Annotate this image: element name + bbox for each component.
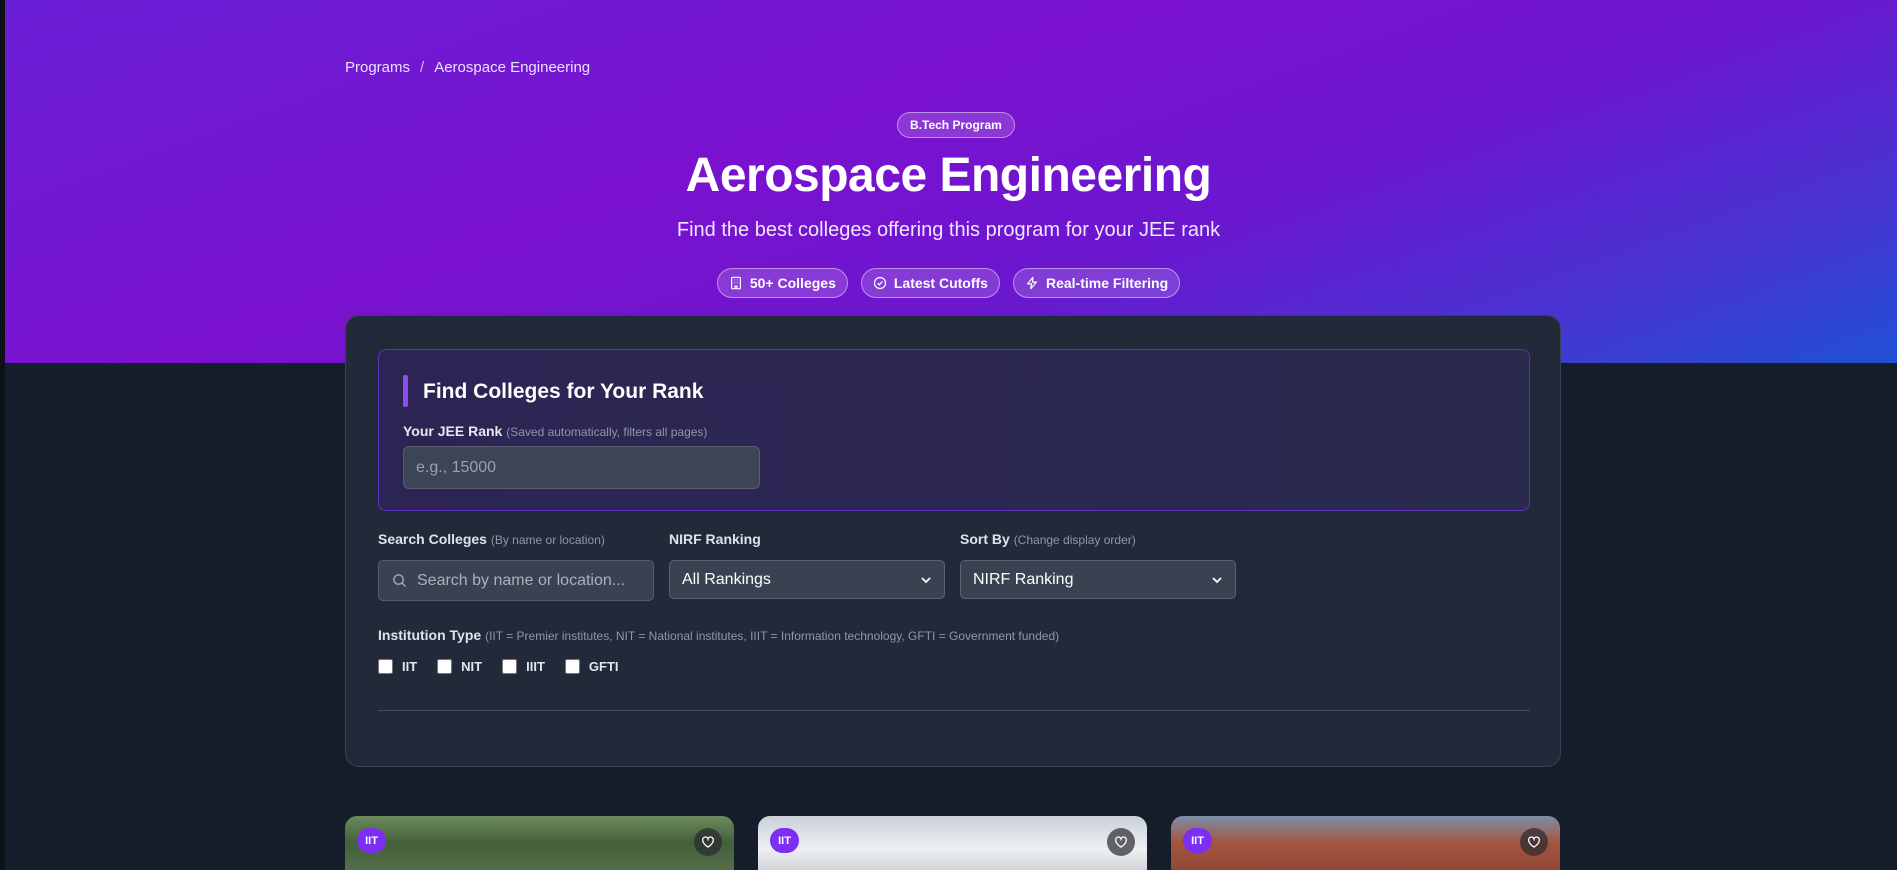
breadcrumb-programs-link[interactable]: Programs bbox=[345, 59, 410, 76]
institution-type-options: IIT NIT IIIT GFTI bbox=[378, 659, 619, 674]
nirf-ranking-selected: All Rankings bbox=[682, 570, 771, 588]
favorite-button[interactable] bbox=[694, 828, 722, 856]
feature-chip-cutoffs: Latest Cutoffs bbox=[860, 268, 1000, 298]
checkbox-box[interactable] bbox=[564, 659, 580, 674]
breadcrumb: Programs / Aerospace Engineering bbox=[345, 59, 590, 76]
feature-chip-label: Real-time Filtering bbox=[1045, 275, 1169, 291]
checkbox-iit[interactable]: IIT bbox=[378, 659, 417, 674]
sort-by-label: Sort By (Change display order) bbox=[960, 531, 1136, 547]
institution-type-badge: IIT bbox=[770, 828, 799, 853]
sort-by-label-text: Sort By bbox=[960, 531, 1010, 547]
program-badge: B.Tech Program bbox=[897, 112, 1015, 138]
jee-rank-label-text: Your JEE Rank bbox=[403, 423, 503, 439]
rank-title-accent bbox=[403, 375, 408, 407]
lightning-icon bbox=[1026, 276, 1037, 290]
checkbox-box[interactable] bbox=[437, 659, 453, 674]
favorite-button[interactable] bbox=[1520, 828, 1548, 856]
search-colleges-label-text: Search Colleges bbox=[378, 531, 487, 547]
feature-chip-filtering: Real-time Filtering bbox=[1012, 268, 1181, 298]
nirf-ranking-select[interactable]: All Rankings bbox=[669, 560, 945, 599]
search-field[interactable] bbox=[378, 560, 654, 601]
checkbox-label: GFTI bbox=[588, 659, 619, 674]
sort-by-hint: (Change display order) bbox=[1013, 533, 1136, 547]
breadcrumb-separator: / bbox=[420, 59, 425, 76]
institution-type-hint: (IIT = Premier institutes, NIT = Nationa… bbox=[485, 629, 1060, 643]
college-image bbox=[1171, 816, 1560, 870]
breadcrumb-current: Aerospace Engineering bbox=[434, 59, 591, 76]
institution-type-badge: IIT bbox=[1183, 828, 1212, 853]
search-icon bbox=[393, 574, 407, 588]
college-card[interactable]: IIT bbox=[758, 816, 1147, 870]
rank-finder-box: Find Colleges for Your Rank Your JEE Ran… bbox=[378, 349, 1530, 511]
college-image bbox=[345, 816, 734, 870]
institution-type-badge: IIT bbox=[357, 828, 386, 853]
search-input[interactable] bbox=[417, 561, 649, 600]
feature-chips: 50+ Colleges Latest Cutoffs Real-time Fi… bbox=[0, 268, 1897, 298]
heart-icon bbox=[1115, 836, 1127, 848]
checkbox-box[interactable] bbox=[502, 659, 518, 674]
checkbox-iiit[interactable]: IIIT bbox=[502, 659, 545, 674]
jee-rank-label: Your JEE Rank (Saved automatically, filt… bbox=[403, 423, 707, 439]
college-image bbox=[758, 816, 1147, 870]
search-colleges-label: Search Colleges (By name or location) bbox=[378, 531, 605, 547]
feature-chip-colleges: 50+ Colleges bbox=[716, 268, 848, 298]
building-icon bbox=[730, 276, 741, 290]
search-colleges-hint: (By name or location) bbox=[490, 533, 605, 547]
page-title: Aerospace Engineering bbox=[685, 149, 1212, 202]
college-card[interactable]: IIT bbox=[1171, 816, 1560, 870]
check-circle-icon bbox=[873, 276, 886, 290]
institution-type-label-text: Institution Type bbox=[378, 627, 482, 643]
window-left-edge bbox=[0, 0, 5, 870]
chevron-down-icon bbox=[1212, 576, 1222, 583]
chevron-down-icon bbox=[921, 576, 931, 583]
checkbox-label: IIIT bbox=[526, 659, 545, 674]
panel-divider bbox=[378, 710, 1530, 711]
checkbox-box[interactable] bbox=[378, 659, 393, 674]
checkbox-label: IIT bbox=[402, 659, 418, 674]
filter-panel: Find Colleges for Your Rank Your JEE Ran… bbox=[345, 315, 1561, 767]
feature-chip-label: 50+ Colleges bbox=[749, 275, 836, 291]
checkbox-nit[interactable]: NIT bbox=[437, 659, 482, 674]
nirf-ranking-label: NIRF Ranking bbox=[669, 531, 761, 547]
institution-type-label: Institution Type (IIT = Premier institut… bbox=[378, 627, 1059, 643]
rank-finder-title: Find Colleges for Your Rank bbox=[423, 380, 704, 403]
jee-rank-input[interactable] bbox=[403, 446, 760, 489]
heart-icon bbox=[1528, 836, 1540, 848]
checkbox-label: NIT bbox=[461, 659, 483, 674]
feature-chip-label: Latest Cutoffs bbox=[893, 275, 988, 291]
sort-by-select[interactable]: NIRF Ranking bbox=[960, 560, 1236, 599]
heart-icon bbox=[702, 836, 714, 848]
page-subtitle: Find the best colleges offering this pro… bbox=[676, 219, 1221, 241]
sort-by-selected: NIRF Ranking bbox=[973, 570, 1074, 588]
college-card[interactable]: IIT bbox=[345, 816, 734, 870]
checkbox-gfti[interactable]: GFTI bbox=[564, 659, 619, 674]
favorite-button[interactable] bbox=[1107, 828, 1135, 856]
jee-rank-hint: (Saved automatically, filters all pages) bbox=[506, 425, 708, 439]
